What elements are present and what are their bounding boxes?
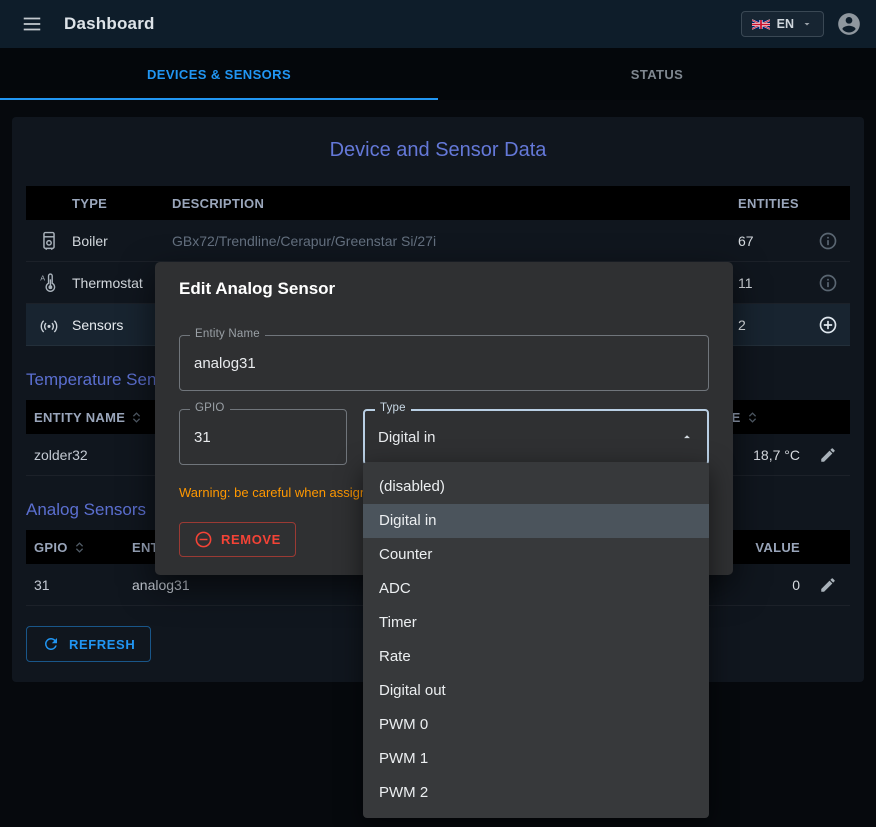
entity-name-label: Entity Name — [190, 328, 265, 340]
col-entities: ENTITIES — [722, 196, 806, 211]
col-entity-name-label: ENTITY NAME — [34, 410, 125, 425]
refresh-button[interactable]: REFRESH — [26, 626, 151, 662]
sort-icon — [745, 410, 760, 425]
device-entities-count: 11 — [722, 275, 806, 291]
language-selector-button[interactable]: EN — [741, 11, 824, 37]
col-type: TYPE — [72, 196, 172, 211]
menu-item-pwm2[interactable]: PWM 2 — [363, 776, 709, 810]
type-dropdown-menu: (disabled) Digital in Counter ADC Timer … — [363, 462, 709, 818]
type-label: Type — [375, 402, 411, 414]
device-entities-count: 67 — [722, 233, 806, 249]
sensor-value: 0 — [726, 577, 806, 593]
tab-status[interactable]: STATUS — [438, 48, 876, 100]
chevron-down-icon — [801, 18, 813, 30]
refresh-icon — [42, 635, 60, 653]
gpio-field[interactable]: GPIO — [179, 409, 347, 465]
devices-table-header: TYPE DESCRIPTION ENTITIES — [26, 186, 850, 220]
entity-name-input[interactable] — [194, 355, 694, 372]
col-value[interactable]: VALUE — [726, 540, 806, 555]
thermostat-icon: A — [26, 272, 72, 294]
info-icon[interactable] — [806, 273, 850, 293]
account-button[interactable] — [836, 11, 862, 37]
col-description: DESCRIPTION — [172, 196, 722, 211]
type-selected-value: Digital in — [378, 429, 436, 446]
app-bar: Dashboard EN — [0, 0, 876, 48]
menu-item-timer[interactable]: Timer — [363, 606, 709, 640]
refresh-label: REFRESH — [69, 637, 135, 652]
account-circle-icon — [836, 11, 862, 37]
gpio-type-row: GPIO Type Digital in — [179, 409, 709, 465]
entity-name-field[interactable]: Entity Name — [179, 335, 709, 391]
remove-circle-icon — [194, 530, 213, 549]
menu-item-counter[interactable]: Counter — [363, 538, 709, 572]
card-title: Device and Sensor Data — [26, 139, 850, 162]
svg-text:A: A — [40, 273, 45, 282]
remove-button[interactable]: REMOVE — [179, 522, 296, 557]
gpio-label: GPIO — [190, 402, 230, 414]
menu-item-disabled[interactable]: (disabled) — [363, 470, 709, 504]
menu-item-adc[interactable]: ADC — [363, 572, 709, 606]
chevron-up-icon — [680, 430, 694, 444]
sensors-icon — [26, 314, 72, 336]
page-title: Dashboard — [64, 14, 155, 34]
menu-item-rate[interactable]: Rate — [363, 640, 709, 674]
language-label: EN — [777, 17, 794, 31]
edit-icon[interactable] — [806, 576, 850, 594]
device-type: Boiler — [72, 233, 172, 249]
uk-flag-icon — [752, 19, 770, 30]
menu-item-digital-in[interactable]: Digital in — [363, 504, 709, 538]
table-row-boiler[interactable]: Boiler GBx72/Trendline/Cerapur/Greenstar… — [26, 220, 850, 262]
tab-bar: DEVICES & SENSORS STATUS — [0, 48, 876, 100]
col-gpio-label: GPIO — [34, 540, 68, 555]
col-value-label: VALUE — [755, 540, 800, 555]
device-description: GBx72/Trendline/Cerapur/Greenstar Si/27i — [172, 233, 722, 249]
hamburger-menu-icon[interactable] — [14, 6, 50, 42]
remove-label: REMOVE — [221, 532, 281, 547]
menu-item-pwm1[interactable]: PWM 1 — [363, 742, 709, 776]
edit-icon[interactable] — [806, 446, 850, 464]
col-gpio-sort[interactable]: GPIO — [26, 540, 110, 555]
add-icon[interactable] — [806, 315, 850, 335]
info-icon[interactable] — [806, 231, 850, 251]
sort-icon — [72, 540, 87, 555]
menu-item-pwm0[interactable]: PWM 0 — [363, 708, 709, 742]
tab-devices-sensors[interactable]: DEVICES & SENSORS — [0, 48, 438, 100]
gpio-input[interactable] — [194, 429, 332, 446]
type-select[interactable]: Type Digital in — [363, 409, 709, 465]
boiler-icon — [26, 230, 72, 252]
dialog-title: Edit Analog Sensor — [155, 262, 733, 313]
sensor-gpio: 31 — [26, 577, 110, 593]
device-entities-count: 2 — [722, 317, 806, 333]
sort-icon — [129, 410, 144, 425]
menu-item-digital-out[interactable]: Digital out — [363, 674, 709, 708]
